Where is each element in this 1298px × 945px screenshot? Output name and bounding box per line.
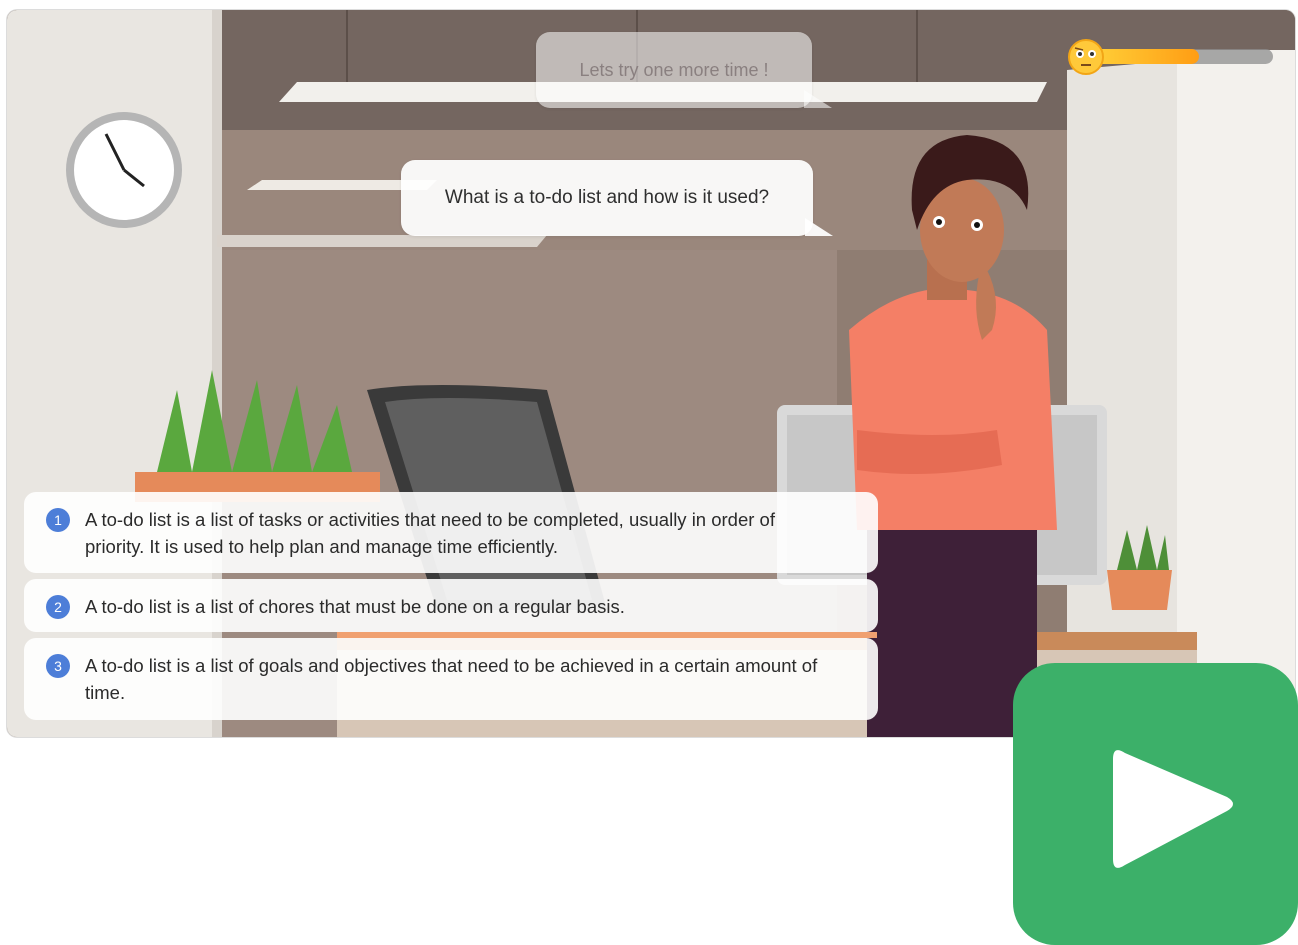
- question-text: What is a to-do list and how is it used?: [444, 187, 770, 208]
- option-number-badge: 2: [46, 595, 70, 619]
- option-number-badge: 1: [46, 508, 70, 532]
- option-text: A to-do list is a list of chores that mu…: [85, 596, 625, 617]
- option-text: A to-do list is a list of tasks or activ…: [85, 509, 775, 557]
- question-bubble: What is a to-do list and how is it used?: [401, 160, 833, 236]
- previous-feedback-bubble: Lets try one more time !: [536, 32, 832, 108]
- previous-feedback-text: Lets try one more time !: [579, 59, 769, 80]
- play-button[interactable]: [1013, 663, 1298, 945]
- option-text: A to-do list is a list of goals and obje…: [85, 655, 818, 703]
- answer-options: 1 A to-do list is a list of tasks or act…: [24, 492, 878, 726]
- scenario-scene: Lets try one more time ! What is a to-do…: [7, 10, 1295, 737]
- mood-progress-meter: [1067, 38, 1275, 78]
- option-number-badge: 3: [46, 654, 70, 678]
- answer-option-3[interactable]: 3 A to-do list is a list of goals and ob…: [24, 638, 878, 720]
- answer-option-1[interactable]: 1 A to-do list is a list of tasks or act…: [24, 492, 878, 573]
- answer-option-2[interactable]: 2 A to-do list is a list of chores that …: [24, 579, 878, 632]
- play-icon: [1113, 750, 1233, 868]
- confused-face-icon: [1068, 39, 1104, 75]
